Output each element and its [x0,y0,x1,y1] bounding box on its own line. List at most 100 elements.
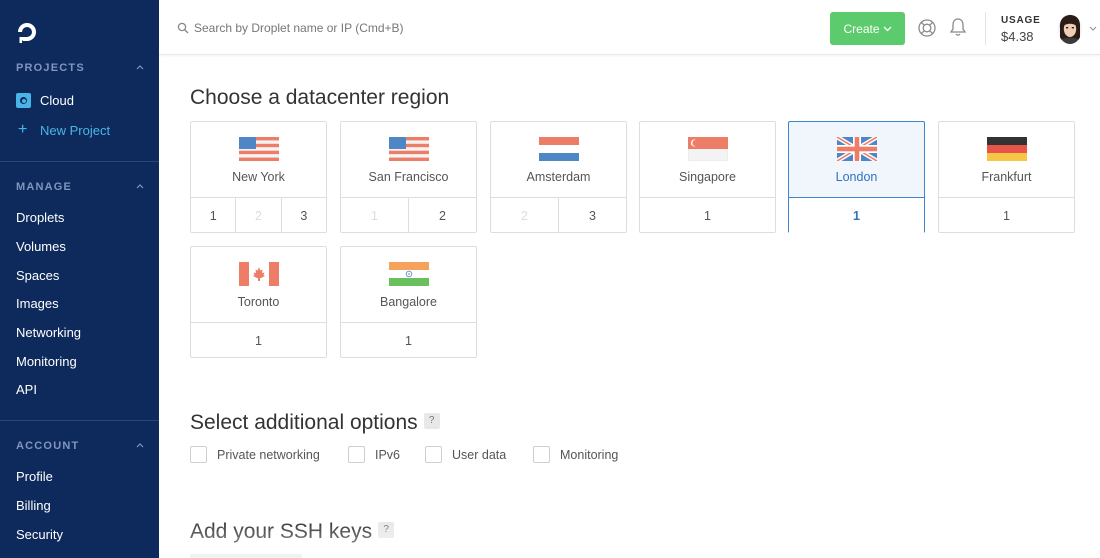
ssh-title-text: Add your SSH keys [190,520,373,543]
datacenter-number-group: 2 3 [491,197,626,233]
sidebar-item-api[interactable]: API [16,382,37,397]
region-card-amsterdam[interactable]: Amsterdam 2 3 [490,121,627,233]
sidebar-item-images[interactable]: Images [16,296,59,311]
region-card-bangalore[interactable]: Bangalore 1 [340,246,477,358]
chevron-up-icon[interactable] [136,182,144,190]
usage-label: USAGE [1001,15,1041,26]
chevron-down-icon [883,26,891,31]
region-section-title: Choose a datacenter region [190,86,450,109]
region-name: San Francisco [368,170,449,184]
options-title-text: Select additional options [190,411,418,434]
help-lifebuoy-icon[interactable] [917,18,937,38]
top-bar: Create USAGE $4.38 [159,0,1100,55]
datacenter-number-group: 1 [939,197,1074,233]
datacenter-option[interactable]: 1 [939,198,1074,233]
option-label: IPv6 [375,447,401,462]
help-question-icon[interactable]: ? [378,522,395,539]
option-label: User data [452,447,507,462]
region-name: Singapore [679,170,736,184]
plus-icon[interactable]: + [18,122,27,138]
datacenter-option[interactable]: 1 [191,323,326,358]
datacenter-option[interactable]: 1 [640,198,775,233]
datacenter-number-group: 1 [191,322,326,358]
region-name: London [835,170,878,184]
de-flag-icon [987,137,1027,161]
account-section-title: ACCOUNT [16,440,80,452]
option-ipv6[interactable]: IPv6 [348,446,400,463]
options-section-title: Select additional options? [190,411,440,435]
search-icon [177,22,189,34]
datacenter-option[interactable]: 3 [282,198,326,233]
chevron-up-icon[interactable] [136,441,144,449]
sidebar-item-billing[interactable]: Billing [16,498,51,513]
monitoring-checkbox[interactable] [533,446,550,463]
region-name: Toronto [237,295,280,309]
sidebar-item-profile[interactable]: Profile [16,469,53,484]
new-ssh-key-button[interactable] [190,554,302,558]
us-flag-icon [389,137,429,161]
sidebar-item-volumes[interactable]: Volumes [16,239,66,254]
private-networking-checkbox[interactable] [190,446,207,463]
datacenter-number-group: 1 [640,197,775,233]
cloud-project-icon [16,93,31,108]
region-name: Amsterdam [526,170,591,184]
create-button-label: Create [843,21,880,36]
datacenter-option: 1 [341,198,409,233]
help-question-icon[interactable]: ? [423,413,440,430]
datacenter-number-group: 1 [789,197,924,233]
region-card-frankfurt[interactable]: Frankfurt 1 [938,121,1075,233]
datacenter-number-group: 1 [341,322,476,358]
datacenter-option[interactable]: 3 [559,198,626,233]
manage-section-title: MANAGE [16,181,73,193]
region-name: Bangalore [380,295,437,309]
option-private-networking[interactable]: Private networking [190,446,320,463]
sidebar-item-droplets[interactable]: Droplets [16,210,64,225]
chevron-up-icon[interactable] [136,63,144,71]
sidebar-item-spaces[interactable]: Spaces [16,268,59,283]
sidebar-item-security[interactable]: Security [16,527,63,542]
option-monitoring[interactable]: Monitoring [533,446,618,463]
region-card-singapore[interactable]: Singapore 1 [639,121,776,233]
uk-flag-icon [837,137,877,161]
sidebar-item-cloud[interactable]: Cloud [40,93,74,108]
avatar[interactable] [1058,14,1082,44]
datacenter-option[interactable]: 2 [409,198,476,233]
datacenter-option-selected[interactable]: 1 [789,198,924,233]
sidebar-item-networking[interactable]: Networking [16,325,81,340]
option-user-data[interactable]: User data [425,446,506,463]
region-card-san-francisco[interactable]: San Francisco 1 2 [340,121,477,233]
chevron-down-icon[interactable] [1089,26,1097,32]
sidebar-divider [0,161,159,162]
nl-flag-icon [539,137,579,161]
ssh-section-title: Add your SSH keys? [190,520,395,544]
datacenter-option: 2 [491,198,559,233]
create-button[interactable]: Create [830,12,905,45]
search-input[interactable] [194,17,594,39]
option-label: Monitoring [560,447,619,462]
ipv6-checkbox[interactable] [348,446,365,463]
datacenter-option[interactable]: 1 [341,323,476,358]
datacenter-number-group: 1 2 3 [191,197,326,233]
datacenter-option: 2 [236,198,282,233]
us-flag-icon [239,137,279,161]
sidebar: PROJECTS Cloud + New Project MANAGE Drop… [0,0,159,558]
region-card-london[interactable]: London 1 [788,121,925,233]
new-project-link[interactable]: New Project [40,123,110,138]
digitalocean-logo-icon[interactable] [15,20,39,44]
usage-value: $4.38 [1001,29,1034,44]
header-divider [985,12,986,45]
datacenter-option[interactable]: 1 [191,198,237,233]
region-card-toronto[interactable]: Toronto 1 [190,246,327,358]
notifications-bell-icon[interactable] [948,17,968,38]
sidebar-divider [0,420,159,421]
sg-flag-icon [688,137,728,161]
region-name: New York [232,170,285,184]
ca-flag-icon [239,262,279,286]
user-data-checkbox[interactable] [425,446,442,463]
sidebar-item-monitoring[interactable]: Monitoring [16,354,77,369]
in-flag-icon [389,262,429,286]
option-label: Private networking [217,447,320,462]
datacenter-number-group: 1 2 [341,197,476,233]
projects-section-title: PROJECTS [16,62,85,74]
region-card-new-york[interactable]: New York 1 2 3 [190,121,327,233]
